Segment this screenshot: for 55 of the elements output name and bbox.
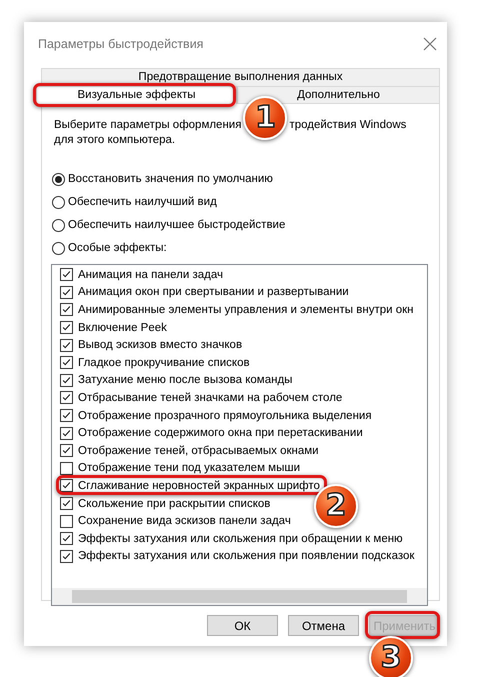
effect-label[interactable]: Анимация на панели задач	[78, 268, 223, 281]
window-title: Параметры быстродействия	[38, 37, 204, 51]
radio-button[interactable]	[52, 172, 65, 186]
effect-label[interactable]: Затухание меню после вызова команды	[78, 374, 292, 386]
checkbox[interactable]	[60, 550, 73, 563]
checkbox[interactable]	[60, 303, 73, 316]
effect-label[interactable]: Включение Peek	[78, 322, 167, 334]
checkbox[interactable]	[60, 426, 73, 440]
checkbox[interactable]	[60, 391, 73, 404]
effect-label[interactable]: Отображение прозрачного прямоугольника выделения	[78, 410, 372, 422]
checkbox[interactable]	[60, 444, 73, 458]
checkbox[interactable]	[60, 514, 73, 528]
dialog-button[interactable]: ОК	[207, 615, 278, 636]
checkbox[interactable]	[60, 462, 73, 475]
checkbox[interactable]	[60, 479, 73, 492]
radio-button[interactable]	[52, 242, 65, 254]
effect-label[interactable]: Анимация окон при свертывании и развертывании	[78, 286, 349, 298]
effect-label[interactable]: Отображение тени под указателем мыши	[78, 462, 300, 474]
effect-label[interactable]: Вывод эскизов вместо значков	[78, 339, 242, 352]
effect-label[interactable]: Скольжение при раскрытии списков	[78, 498, 270, 510]
effect-label[interactable]: Отображение содержимого окна при перетаскивании	[78, 427, 363, 440]
checkbox[interactable]	[60, 356, 73, 370]
checkbox[interactable]	[60, 374, 73, 387]
effect-label[interactable]: Сохранение вида эскизов панели задач	[78, 515, 291, 528]
effect-label[interactable]: Эффекты затухания или скольжения при обращении к меню	[78, 532, 403, 545]
checkbox[interactable]	[60, 321, 73, 334]
effect-label[interactable]: Анимированные элементы управления и элементы внутри окн	[78, 304, 414, 316]
dialog-button[interactable]: Отмена	[288, 615, 359, 636]
option-label[interactable]: Восстановить значения по умолчанию	[68, 172, 273, 186]
checkbox[interactable]	[60, 286, 73, 299]
callout-badge: 3	[369, 636, 413, 677]
checkbox[interactable]	[60, 497, 73, 510]
description-text: для этого компьютера.	[54, 133, 176, 148]
tab[interactable]: Визуальные эффекты	[36, 86, 237, 104]
close-icon[interactable]	[423, 37, 437, 51]
checkbox[interactable]	[60, 268, 73, 282]
option-label[interactable]: Обеспечить наилучший вид	[68, 195, 217, 209]
description-text: Выберите параметры оформления	[54, 118, 242, 133]
effect-label[interactable]: Эффекты затухания или скольжения при появлении подсказок	[78, 550, 414, 562]
checkbox[interactable]	[60, 409, 73, 422]
checkbox[interactable]	[60, 532, 73, 546]
effect-label[interactable]: Отбрасывание теней значками на рабочем столе	[78, 392, 342, 404]
radio-button[interactable]	[52, 218, 65, 232]
tab[interactable]: Дополнительно	[237, 86, 440, 103]
radio-button[interactable]	[52, 196, 65, 208]
scrollbar[interactable]	[52, 588, 427, 605]
tab[interactable]: Предотвращение выполнения данных	[41, 68, 440, 86]
callout-badge: 1	[243, 96, 288, 140]
checkbox[interactable]	[60, 338, 73, 352]
effect-label[interactable]: Отображение теней, отбрасываемых окнами	[78, 444, 319, 457]
effect-label[interactable]: Сглаживание неровностей экранных шрифто	[78, 480, 320, 492]
option-label[interactable]: Обеспечить наилучшее быстродействие	[68, 218, 286, 232]
effect-label[interactable]: Гладкое прокручивание списков	[78, 356, 250, 369]
option-label[interactable]: Особые эффекты:	[68, 241, 167, 255]
description-text: тродействия Windows	[289, 118, 406, 133]
